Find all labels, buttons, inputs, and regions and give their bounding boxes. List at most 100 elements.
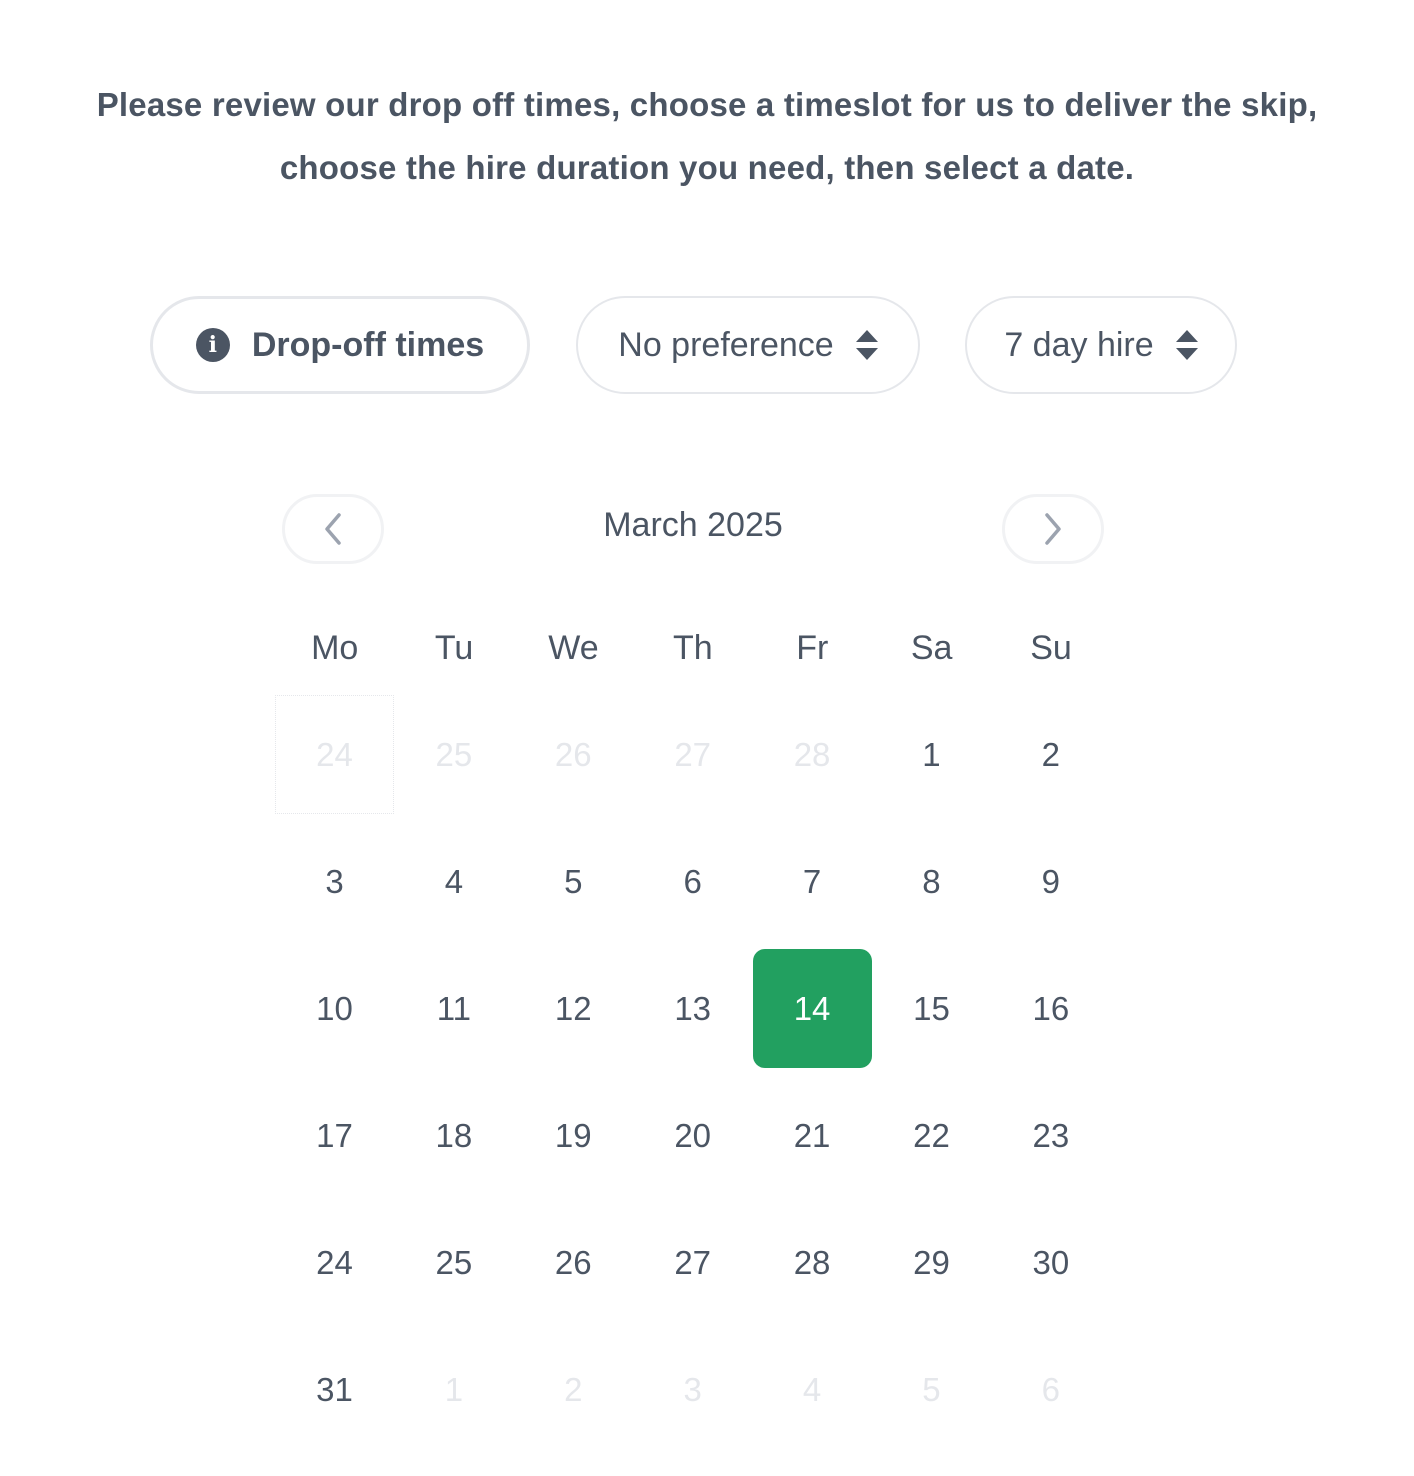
calendar-day[interactable]: 24 (275, 1203, 394, 1330)
weekday-label: We (548, 629, 599, 667)
calendar-week-row: 10 11 12 13 14 15 16 (275, 949, 1113, 1076)
hire-duration-select[interactable]: 7 day hire (965, 296, 1237, 394)
calendar-day[interactable]: 16 (991, 949, 1110, 1076)
booking-controls: i Drop-off times No preference 7 day hir… (0, 296, 1414, 394)
calendar-grid: Mo Tu We Th Fr Sa Su 24 25 26 27 28 1 2 3 4 5 6 7 8 9 10 11 12… (275, 618, 1113, 1457)
day-number: 12 (554, 989, 592, 1027)
calendar-day[interactable]: 29 (872, 1203, 991, 1330)
calendar-week-row: 17 18 19 20 21 22 23 (275, 1076, 1113, 1203)
timeslot-select[interactable]: No preference (576, 296, 920, 394)
day-number: 1 (444, 1370, 464, 1408)
previous-month-button[interactable] (282, 494, 384, 564)
day-number: 27 (674, 1243, 712, 1281)
dropoff-times-label: Drop-off times (251, 325, 485, 364)
calendar-day[interactable]: 1 (872, 695, 991, 822)
day-number: 28 (793, 735, 831, 773)
calendar-week-row: 3 4 5 6 7 8 9 (275, 822, 1113, 949)
calendar-day[interactable]: 2 (991, 695, 1110, 822)
calendar-day[interactable]: 6 (633, 822, 752, 949)
day-number: 9 (1041, 862, 1061, 900)
day-number: 28 (793, 1243, 831, 1281)
calendar-day-outside-month: 6 (991, 1330, 1110, 1457)
calendar-day[interactable]: 5 (514, 822, 633, 949)
day-number: 11 (436, 989, 472, 1027)
calendar-week-row: 31 1 2 3 4 5 6 (275, 1330, 1113, 1457)
calendar-day[interactable]: 10 (275, 949, 394, 1076)
calendar-day[interactable]: 12 (514, 949, 633, 1076)
calendar-day[interactable]: 15 (872, 949, 991, 1076)
hire-duration-value: 7 day hire (1004, 325, 1154, 364)
day-number: 26 (554, 1243, 592, 1281)
next-month-button[interactable] (1002, 494, 1104, 564)
day-number: 6 (1041, 1370, 1061, 1408)
calendar-day-outside-month: 25 (394, 695, 513, 822)
calendar-day[interactable]: 19 (514, 1076, 633, 1203)
calendar-day-selected[interactable]: 14 (752, 949, 872, 1076)
calendar-day[interactable]: 23 (991, 1076, 1110, 1203)
calendar-day[interactable]: 4 (394, 822, 513, 949)
calendar-day[interactable]: 20 (633, 1076, 752, 1203)
calendar-header: March 2025 (282, 494, 1104, 566)
day-number: 22 (913, 1116, 950, 1154)
calendar-day-outside-month: 2 (514, 1330, 633, 1457)
calendar-day-outside-month: 4 (753, 1330, 872, 1457)
calendar-day-outside-month: 28 (753, 695, 872, 822)
calendar-day[interactable]: 18 (394, 1076, 513, 1203)
day-number: 5 (564, 862, 583, 900)
day-number: 2 (1041, 735, 1061, 773)
day-number: 29 (913, 1243, 950, 1281)
day-number: 1 (922, 735, 941, 773)
calendar-day[interactable]: 22 (872, 1076, 991, 1203)
weekday-label: Fr (796, 629, 829, 667)
intro-text: Please review our drop off times, choose… (96, 86, 1318, 186)
day-number: 27 (674, 735, 712, 773)
calendar-day[interactable]: 28 (753, 1203, 872, 1330)
weekday-header-row: Mo Tu We Th Fr Sa Su (275, 618, 1113, 678)
calendar-day[interactable]: 25 (394, 1203, 513, 1330)
calendar-day[interactable]: 3 (275, 822, 394, 949)
calendar-day[interactable]: 9 (991, 822, 1110, 949)
day-number: 19 (554, 1116, 592, 1154)
calendar-day-outside-month: 1 (394, 1330, 513, 1457)
calendar-day[interactable]: 11 (394, 949, 513, 1076)
day-number: 14 (793, 989, 831, 1027)
day-number: 26 (554, 735, 592, 773)
day-number: 25 (435, 735, 473, 773)
calendar-day[interactable]: 27 (633, 1203, 752, 1330)
chevron-left-icon (325, 513, 341, 545)
weekday-label: Sa (910, 629, 953, 667)
day-number: 23 (1032, 1116, 1070, 1154)
day-number: 2 (564, 1370, 583, 1408)
day-number: 3 (325, 862, 344, 900)
day-number: 15 (913, 989, 950, 1027)
day-number: 18 (435, 1116, 473, 1154)
weekday-label: Mo (311, 629, 359, 667)
calendar-day[interactable]: 26 (514, 1203, 633, 1330)
day-number: 21 (793, 1116, 831, 1154)
calendar-day[interactable]: 21 (753, 1076, 872, 1203)
day-number: 5 (922, 1370, 941, 1408)
calendar-day[interactable]: 13 (633, 949, 752, 1076)
day-number: 25 (435, 1243, 473, 1281)
month-title: March 2025 (603, 506, 783, 544)
day-number: 6 (683, 862, 702, 900)
calendar-day[interactable]: 17 (275, 1076, 394, 1203)
calendar-day-outside-month: 26 (514, 695, 633, 822)
sort-icon (1175, 330, 1198, 360)
weekday-label: Su (1030, 629, 1072, 667)
day-number: 10 (316, 989, 353, 1027)
calendar-day[interactable]: 7 (753, 822, 872, 949)
calendar-weeks: 24 25 26 27 28 1 2 3 4 5 6 7 8 9 10 11 12 13 14 15 16 17 18 19 2… (275, 695, 1113, 1457)
day-number: 24 (316, 735, 353, 773)
day-number: 3 (683, 1370, 702, 1408)
chevron-right-icon (1045, 513, 1061, 545)
day-number: 30 (1032, 1243, 1070, 1281)
weekday-label: Th (673, 629, 713, 667)
info-icon: i (195, 328, 230, 362)
calendar-day[interactable]: 30 (991, 1203, 1110, 1330)
dropoff-times-button[interactable]: i Drop-off times (150, 296, 530, 394)
calendar-day[interactable]: 8 (872, 822, 991, 949)
day-number: 16 (1032, 989, 1070, 1027)
weekday-label: Tu (434, 629, 474, 667)
calendar-day[interactable]: 31 (275, 1330, 394, 1457)
